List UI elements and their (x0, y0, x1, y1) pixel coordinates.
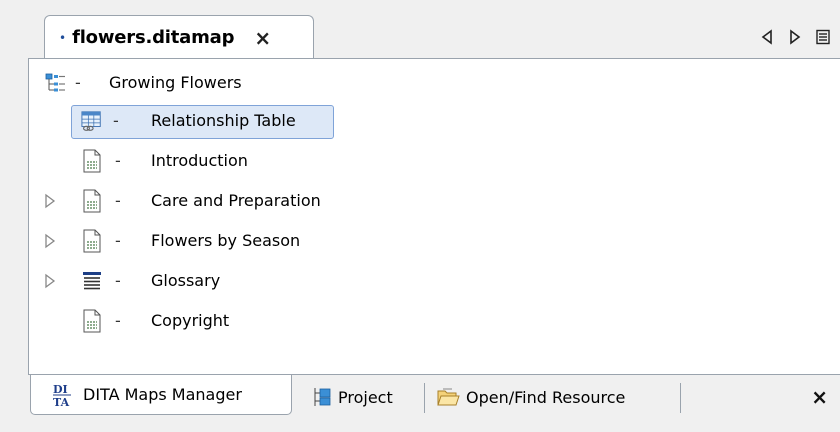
tree-dash: - (115, 311, 121, 330)
editor-tab-flowers[interactable]: • flowers.ditamap × (44, 15, 314, 59)
tab-open-find-resource[interactable]: Open/Find Resource (432, 379, 680, 415)
tab-label: Open/Find Resource (466, 387, 626, 407)
glossary-icon (83, 272, 101, 290)
tab-project[interactable]: Project (304, 379, 424, 415)
tree-dash: - (115, 191, 121, 210)
tree-item-care-and-preparation[interactable]: - Care and Preparation (29, 183, 809, 219)
topic-icon (83, 309, 101, 333)
tree-dash: - (113, 111, 119, 130)
svg-text:DI: DI (53, 383, 68, 396)
editor-tab-title: flowers.ditamap (72, 27, 235, 48)
triangle-right-icon (790, 29, 801, 45)
previous-tab-button[interactable] (756, 26, 778, 48)
tab-label: Project (338, 387, 393, 407)
tree-item-copyright[interactable]: - Copyright (29, 303, 809, 339)
tree-item-flowers-by-season[interactable]: - Flowers by Season (29, 223, 809, 259)
dita-maps-manager-window: • flowers.ditamap × - Growing Flowers - … (0, 0, 840, 432)
tree-dash: - (75, 73, 81, 92)
map-tree-panel: - Growing Flowers - Relationship Table -… (28, 58, 840, 374)
topic-icon (83, 189, 101, 213)
close-view-button[interactable]: × (811, 385, 828, 409)
tree-dash: - (115, 271, 121, 290)
left-gutter (0, 0, 28, 432)
tab-separator (424, 383, 425, 413)
tree-item-introduction[interactable]: - Introduction (29, 143, 809, 179)
tree-item-label: Flowers by Season (151, 231, 301, 250)
project-icon (314, 388, 331, 406)
triangle-left-icon (761, 29, 772, 45)
folder-open-icon (437, 388, 460, 406)
tab-label: DITA Maps Manager (83, 385, 242, 404)
tree-item-label: Copyright (151, 311, 230, 330)
list-menu-icon (816, 29, 830, 45)
tree-item-label: Care and Preparation (151, 191, 321, 210)
view-tab-strip: DI TA DITA Maps Manager Project Open/Fin… (28, 374, 840, 432)
reltable-icon (81, 111, 101, 131)
modified-dot-icon: • (59, 30, 67, 45)
tree-item-label: Glossary (151, 271, 221, 290)
tree-item-glossary[interactable]: - Glossary (29, 263, 809, 299)
expand-triangle-icon[interactable] (43, 233, 57, 249)
svg-text:TA: TA (53, 396, 70, 409)
dita-icon: DI TA (53, 383, 71, 409)
tree-item-relationship-table[interactable]: - Relationship Table (29, 103, 809, 139)
tab-dita-maps-manager[interactable]: DI TA DITA Maps Manager (30, 375, 292, 415)
tree-item-label: Introduction (151, 151, 248, 170)
map-tree-icon (45, 73, 65, 92)
topic-icon (83, 229, 101, 253)
next-tab-button[interactable] (784, 26, 806, 48)
tree-root-label: Growing Flowers (109, 73, 242, 92)
tree-dash: - (115, 151, 121, 170)
expand-triangle-icon[interactable] (43, 193, 57, 209)
tree-item-label: Relationship Table (151, 111, 296, 130)
topic-icon (83, 149, 101, 173)
tree-dash: - (115, 231, 121, 250)
expand-triangle-icon[interactable] (43, 273, 57, 289)
tree-root-growing-flowers[interactable]: - Growing Flowers (29, 65, 809, 101)
tab-list-menu-button[interactable] (812, 26, 834, 48)
tab-separator (680, 383, 681, 413)
close-tab-button[interactable]: × (254, 26, 271, 50)
